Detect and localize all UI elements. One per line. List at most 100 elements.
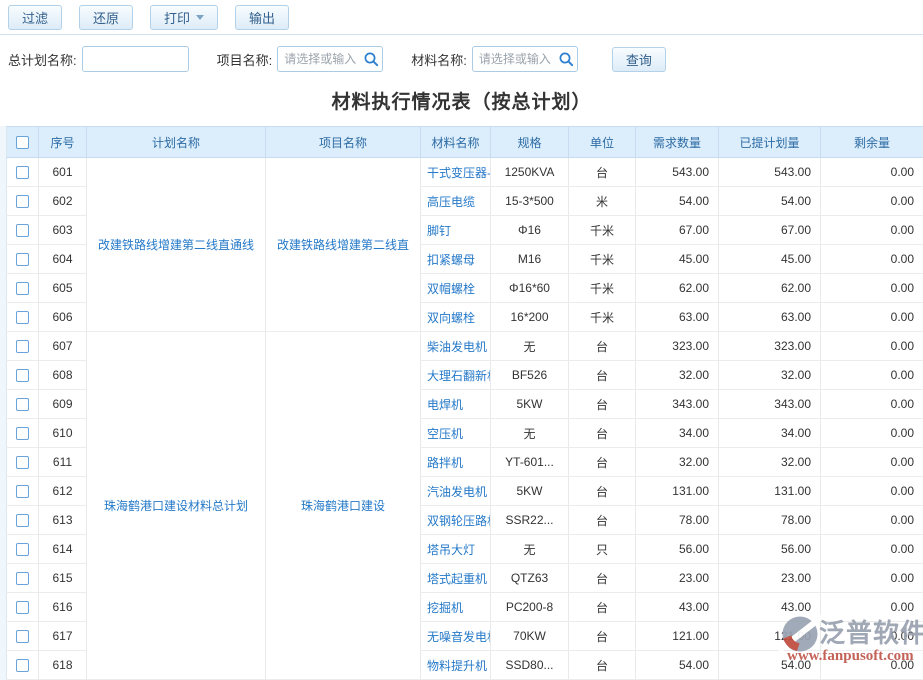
row-checkbox-cell [7,477,39,506]
row-checkbox[interactable] [16,311,29,324]
cell-material-name[interactable]: 大理石翻新机 [421,361,491,390]
row-checkbox[interactable] [16,340,29,353]
column-header-seq: 序号 [39,127,87,158]
cell-material-name[interactable]: 高压电缆 [421,187,491,216]
row-checkbox[interactable] [16,485,29,498]
cell-remaining-qty: 0.00 [821,419,923,448]
column-header-project: 项目名称 [266,127,421,158]
cell-material-name[interactable]: 扣紧螺母 [421,245,491,274]
cell-spec: M16 [491,245,569,274]
cell-unit: 台 [569,158,636,187]
restore-button[interactable]: 还原 [79,5,133,30]
cell-spec: QTZ63 [491,564,569,593]
row-checkbox-cell [7,622,39,651]
filter-button[interactable]: 过滤 [8,5,62,30]
search-icon[interactable] [558,51,574,67]
chevron-down-icon [196,15,204,20]
row-checkbox-cell [7,361,39,390]
cell-material-name[interactable]: 空压机 [421,419,491,448]
row-checkbox[interactable] [16,630,29,643]
row-checkbox-cell [7,216,39,245]
cell-planned-qty: 131.00 [719,477,821,506]
row-checkbox-cell [7,187,39,216]
total-plan-name-input[interactable] [82,46,189,72]
materials-table: 序号 计划名称 项目名称 材料名称 规格 单位 需求数量 已提计划量 剩余量 6… [0,126,923,680]
cell-unit: 千米 [569,245,636,274]
cell-plan-name[interactable]: 珠海鹤港口建设材料总计划 [87,332,266,680]
cell-project-name[interactable]: 珠海鹤港口建设 [266,332,421,680]
cell-seq: 610 [39,419,87,448]
row-checkbox[interactable] [16,427,29,440]
column-header-spec: 规格 [491,127,569,158]
row-checkbox[interactable] [16,195,29,208]
cell-material-name[interactable]: 双钢轮压路机 [421,506,491,535]
print-button[interactable]: 打印 [150,5,218,30]
cell-plan-name[interactable]: 改建铁路线增建第二线直通线 [87,158,266,332]
cell-material-name[interactable]: 路拌机 [421,448,491,477]
row-checkbox[interactable] [16,166,29,179]
cell-material-name[interactable]: 塔吊大灯 [421,535,491,564]
cell-spec: 70KW [491,622,569,651]
cell-unit: 台 [569,361,636,390]
cell-material-name[interactable]: 挖掘机 [421,593,491,622]
cell-seq: 607 [39,332,87,361]
cell-remaining-qty: 0.00 [821,477,923,506]
row-checkbox-cell [7,158,39,187]
cell-remaining-qty: 0.00 [821,448,923,477]
row-checkbox[interactable] [16,659,29,672]
query-button[interactable]: 查询 [612,47,666,72]
page-title: 材料执行情况表（按总计划） [0,87,923,114]
select-all-checkbox[interactable] [16,136,29,149]
search-icon[interactable] [363,51,379,67]
cell-unit: 台 [569,506,636,535]
cell-unit: 台 [569,477,636,506]
cell-material-name[interactable]: 双向螺栓 [421,303,491,332]
row-checkbox[interactable] [16,601,29,614]
cell-spec: 16*200 [491,303,569,332]
row-checkbox[interactable] [16,456,29,469]
column-header-planned: 已提计划量 [719,127,821,158]
row-checkbox[interactable] [16,543,29,556]
cell-planned-qty: 78.00 [719,506,821,535]
cell-required-qty: 54.00 [636,651,719,680]
cell-unit: 台 [569,419,636,448]
cell-required-qty: 131.00 [636,477,719,506]
row-checkbox[interactable] [16,224,29,237]
export-button[interactable]: 输出 [235,5,289,30]
cell-material-name[interactable]: 汽油发电机 [421,477,491,506]
row-checkbox[interactable] [16,398,29,411]
cell-unit: 米 [569,187,636,216]
cell-spec: 无 [491,332,569,361]
cell-spec: 1250KVA [491,158,569,187]
cell-remaining-qty: 0.00 [821,303,923,332]
cell-project-name[interactable]: 改建铁路线增建第二线直 [266,158,421,332]
cell-remaining-qty: 0.00 [821,187,923,216]
project-name-label: 项目名称: [217,50,273,69]
cell-material-name[interactable]: 双帽螺栓 [421,274,491,303]
cell-material-name[interactable]: 干式变压器- [421,158,491,187]
cell-unit: 千米 [569,274,636,303]
cell-material-name[interactable]: 柴油发电机 [421,332,491,361]
column-header-remaining: 剩余量 [821,127,923,158]
cell-remaining-qty: 0.00 [821,158,923,187]
print-button-label: 打印 [164,8,190,27]
total-plan-name-label: 总计划名称: [8,50,77,69]
row-checkbox[interactable] [16,253,29,266]
cell-seq: 605 [39,274,87,303]
row-checkbox-cell [7,390,39,419]
cell-seq: 606 [39,303,87,332]
cell-material-name[interactable]: 无噪音发电机 [421,622,491,651]
cell-material-name[interactable]: 脚钉 [421,216,491,245]
row-checkbox[interactable] [16,369,29,382]
row-checkbox[interactable] [16,282,29,295]
cell-material-name[interactable]: 物料提升机 [421,651,491,680]
cell-seq: 612 [39,477,87,506]
cell-seq: 615 [39,564,87,593]
row-checkbox[interactable] [16,514,29,527]
cell-planned-qty: 32.00 [719,361,821,390]
cell-spec: Φ16*60 [491,274,569,303]
row-checkbox[interactable] [16,572,29,585]
cell-material-name[interactable]: 电焊机 [421,390,491,419]
cell-material-name[interactable]: 塔式起重机 [421,564,491,593]
column-header-material: 材料名称 [421,127,491,158]
